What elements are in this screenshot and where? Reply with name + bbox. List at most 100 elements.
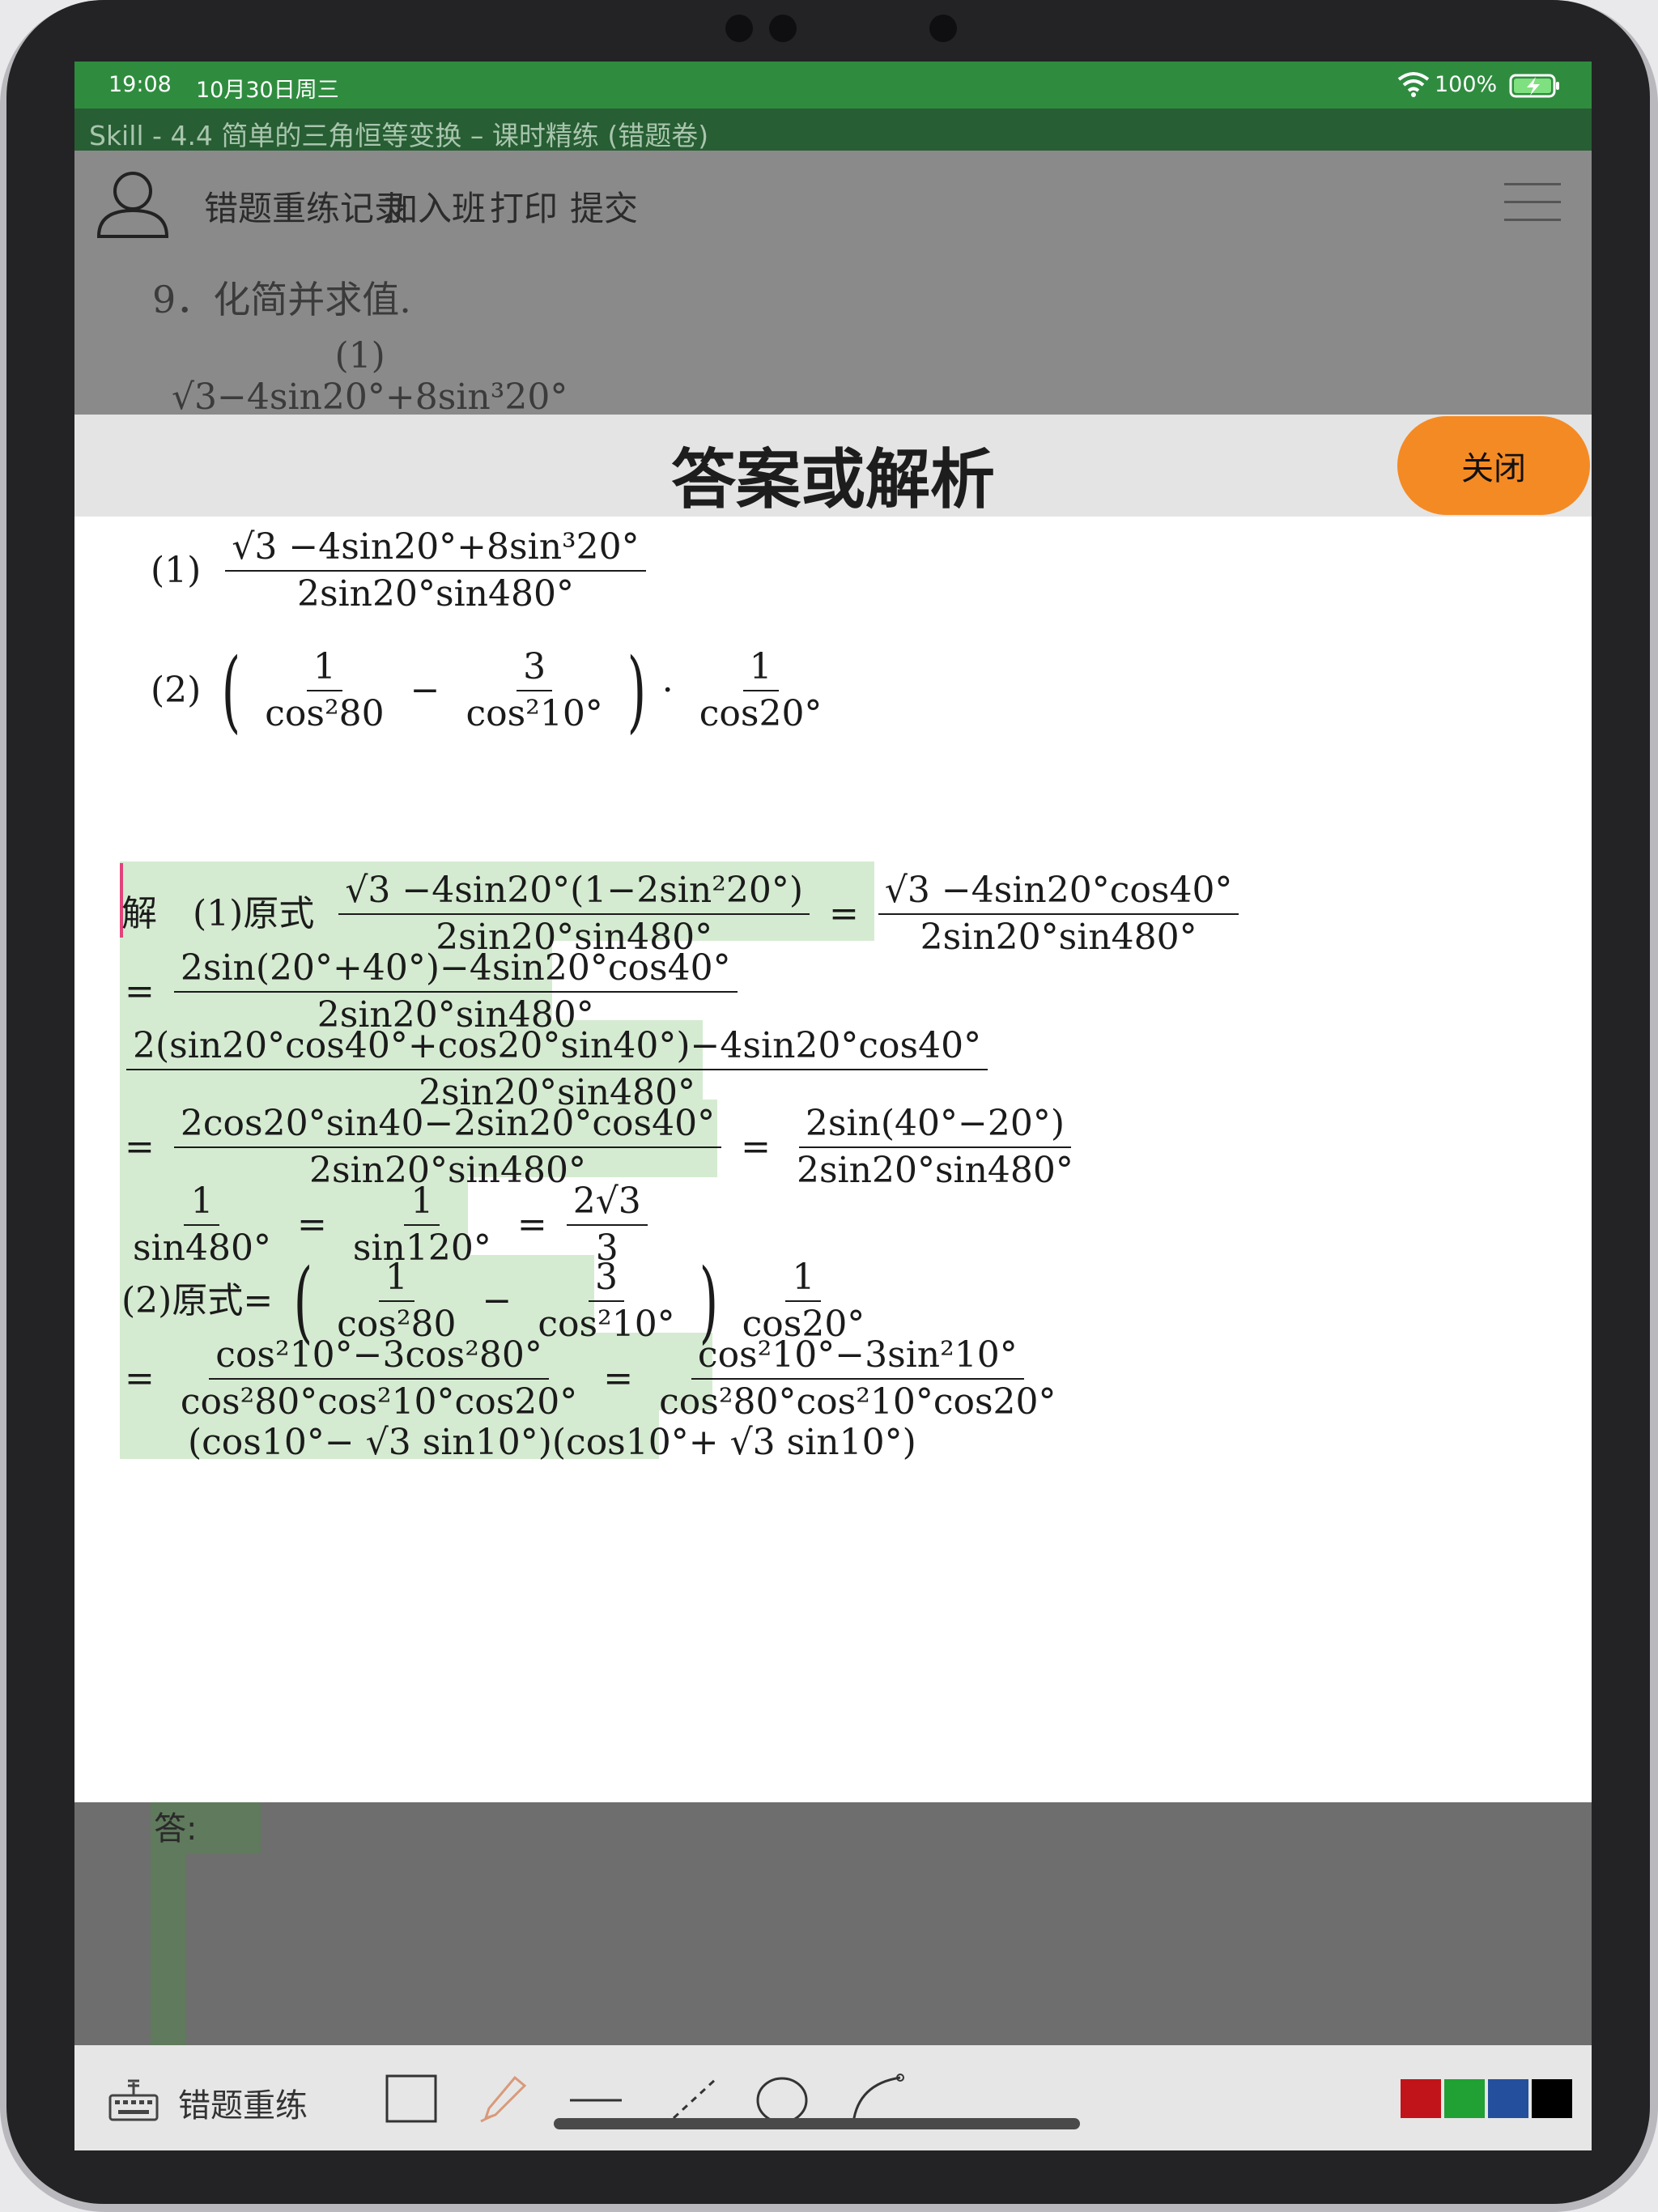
fraction-denominator: cos²10° — [466, 693, 603, 734]
rectangle-tool-icon[interactable] — [382, 2073, 440, 2125]
front-camera — [929, 15, 957, 42]
problem-part2-label: (2) — [151, 669, 202, 711]
fraction-numerator: 1 — [306, 647, 342, 691]
answer-modal-header: 答案或解析 关闭 — [74, 415, 1592, 517]
fraction-numerator: cos²10°−3sin²10° — [691, 1335, 1024, 1380]
equals-sign: = — [125, 1358, 155, 1400]
problem-part2: (2) ( 1 cos²80 − 3 cos²10° ) · 1 cos20° — [151, 646, 833, 735]
right-paren: ) — [699, 1249, 718, 1353]
solution-line-5: 1 sin480° = 1 sin120° = 2√3 3 — [121, 1181, 653, 1269]
window-title-bar: Skill - 4.4 简单的三角恒等变换 – 课时精练 (错题卷) — [74, 108, 1592, 151]
question-part1-numerator: √3−4sin20°+8sin³20° — [172, 376, 568, 419]
fraction-numerator: √3 −4sin20°(1−2sin²20°) — [338, 870, 810, 916]
user-avatar-icon[interactable] — [92, 167, 173, 238]
home-indicator[interactable] — [554, 2118, 1080, 2129]
color-swatch-black[interactable] — [1532, 2079, 1572, 2118]
curve-tool-icon[interactable] — [848, 2073, 907, 2125]
solution-line-8: (cos10°− √3 sin10°)(cos10°+ √3 sin10°) — [188, 1423, 916, 1462]
fraction-numerator: 3 — [517, 647, 553, 691]
fraction-numerator: 3 — [589, 1257, 625, 1302]
dot-operator: · — [661, 669, 674, 711]
fraction-denominator: 2sin20°sin480° — [920, 917, 1197, 959]
fraction-denominator: 2sin20°sin480° — [297, 573, 574, 615]
equals-sign: = — [125, 971, 155, 1013]
equals-sign: = — [125, 1126, 155, 1168]
dashed-line-tool-icon[interactable] — [665, 2073, 724, 2125]
answer-input-area[interactable]: 答: — [74, 1802, 1592, 2045]
right-paren: ) — [627, 639, 647, 742]
fraction: 2cos20°sin40−2sin20°cos40° 2sin20°sin480… — [173, 1104, 722, 1191]
fraction: 1 cos²80 — [330, 1257, 462, 1345]
battery-percent: 100% — [1435, 72, 1498, 97]
print-button[interactable]: 打印 — [490, 181, 558, 231]
sensor-dot — [725, 15, 753, 42]
fraction-numerator: 1 — [378, 1257, 414, 1302]
line-tool-icon[interactable] — [567, 2073, 625, 2125]
minus-sign: − — [482, 1279, 512, 1321]
status-bar: 19:08 10月30日周三 100% — [74, 62, 1592, 108]
window-title: Skill - 4.4 简单的三角恒等变换 – 课时精练 (错题卷) — [89, 120, 709, 151]
hamburger-menu-icon[interactable] — [1504, 180, 1561, 223]
solution-line-7: = cos²10°−3cos²80° cos²80°cos²10°cos20° … — [121, 1335, 1068, 1423]
solution-part2-head: (2)原式= — [121, 1279, 274, 1321]
fraction-numerator: 1 — [785, 1257, 822, 1302]
fraction: 3 cos²10° — [459, 647, 609, 734]
fraction: 2sin(40°−20°) 2sin20°sin480° — [790, 1104, 1080, 1191]
fraction-numerator: √3 −4sin20°+8sin³20° — [225, 527, 646, 572]
fraction: √3 −4sin20°(1−2sin²20°) 2sin20°sin480° — [338, 870, 810, 958]
question-background: 9．化简并求值. (1) √3−4sin20°+8sin³20° — [74, 254, 1592, 419]
fraction-numerator: 2sin(20°+40°)−4sin20°cos40° — [173, 948, 738, 993]
retrain-label[interactable]: 错题重练 — [178, 2079, 308, 2126]
fraction-numerator: 2(sin20°cos40°+cos20°sin40°)−4sin20°cos4… — [126, 1026, 988, 1071]
problem-part1: (1) √3 −4sin20°+8sin³20° 2sin20°sin480° — [151, 527, 651, 615]
fraction: √3 −4sin20°cos40° 2sin20°sin480° — [878, 870, 1239, 959]
fraction-denominator: cos²80°cos²10°cos20° — [180, 1381, 578, 1423]
fraction-denominator: cos²80°cos²10°cos20° — [659, 1381, 1056, 1423]
answer-modal-title: 答案或解析 — [671, 442, 995, 517]
fraction-numerator: √3 −4sin20°cos40° — [878, 870, 1239, 916]
fraction-denominator: 2sin20°sin480° — [796, 1150, 1073, 1192]
fraction-denominator: cos²80 — [265, 693, 385, 734]
answer-margin-highlight — [151, 1854, 186, 2045]
equals-sign: = — [741, 1126, 771, 1168]
color-swatch-green[interactable] — [1444, 2079, 1485, 2118]
fraction-numerator: 2√3 — [566, 1181, 648, 1227]
fraction: 1 sin480° — [126, 1181, 278, 1269]
fraction: 1 cos20° — [736, 1257, 872, 1345]
problem-part1-label: (1) — [151, 550, 202, 592]
solution-line-6: (2)原式= ( 1 cos²80 − 3 cos²10° ) 1 cos20° — [121, 1257, 876, 1346]
fraction: cos²10°−3sin²10° cos²80°cos²10°cos20° — [653, 1335, 1062, 1423]
question-header: 9．化简并求值. — [152, 278, 411, 321]
answer-label: 答: — [154, 1810, 198, 1848]
question-part1-label: (1) — [334, 335, 385, 376]
answer-content: (1) √3 −4sin20°+8sin³20° 2sin20°sin480° … — [74, 517, 1592, 1802]
fraction: 2sin(20°+40°)−4sin20°cos40° 2sin20°sin48… — [173, 948, 738, 1036]
status-date: 10月30日周三 — [196, 78, 339, 103]
wifi-icon — [1397, 72, 1430, 97]
fraction-numerator: 1 — [404, 1181, 440, 1227]
submit-button[interactable]: 提交 — [570, 181, 638, 231]
fraction: 3 cos²10° — [531, 1257, 681, 1345]
keyboard-icon[interactable] — [107, 2076, 160, 2125]
bottom-toolbar: 错题重练 — [74, 2045, 1592, 2150]
fraction-numerator: 1 — [742, 647, 779, 691]
solution-line-1: 解 (1)原式 √3 −4sin20°(1−2sin²20°) 2sin20°s… — [121, 870, 1244, 959]
status-time: 19:08 — [108, 72, 172, 97]
sensor-dot — [769, 15, 797, 42]
fraction: 1 cos²80 — [258, 647, 390, 734]
equals-sign: = — [296, 1204, 327, 1246]
fraction-numerator: 2cos20°sin40−2sin20°cos40° — [173, 1104, 722, 1149]
circle-tool-icon[interactable] — [753, 2073, 811, 2125]
fraction: 2√3 3 — [566, 1181, 648, 1269]
color-swatch-red[interactable] — [1401, 2079, 1441, 2118]
fraction-numerator: 1 — [184, 1181, 220, 1227]
close-button[interactable]: 关闭 — [1397, 416, 1590, 515]
pen-tool-icon[interactable] — [474, 2073, 533, 2125]
fraction: 1 cos20° — [693, 647, 829, 734]
retrain-record-button[interactable]: 错题重练记录 — [204, 181, 408, 231]
fraction-numerator: 2sin(40°−20°) — [798, 1104, 1072, 1149]
question-part1: (1) √3−4sin20°+8sin³20° — [152, 335, 568, 419]
join-class-button[interactable]: 加入班 — [384, 181, 486, 231]
color-swatch-blue[interactable] — [1488, 2079, 1528, 2118]
equals-sign: = — [517, 1204, 547, 1246]
